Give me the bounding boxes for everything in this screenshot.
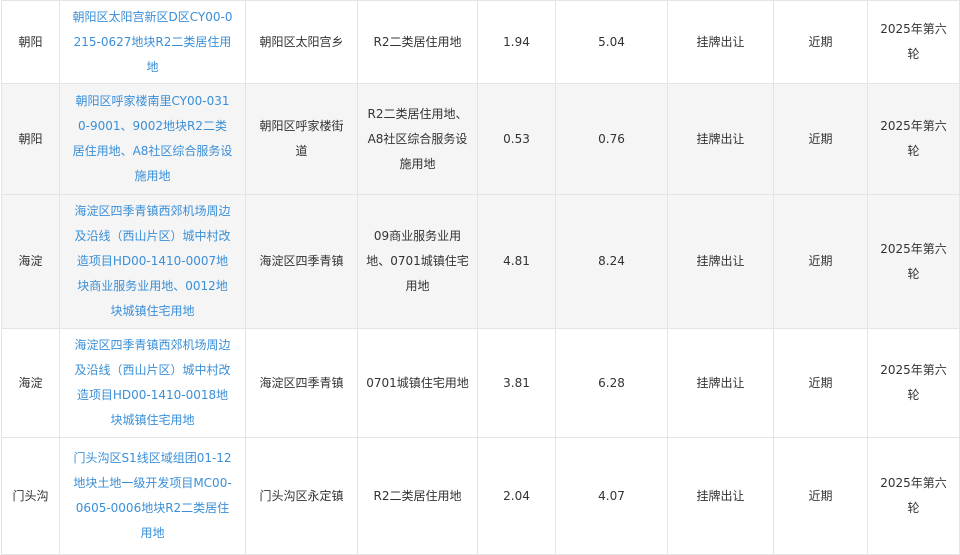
- usage-cell: R2二类居住用地: [357, 437, 478, 555]
- area-cell: 3.81: [477, 328, 556, 438]
- build-area-cell: 4.07: [555, 437, 668, 555]
- location-cell: 门头沟区永定镇: [245, 437, 358, 555]
- build-area-cell: 5.04: [555, 0, 668, 84]
- table-row: 朝阳 朝阳区呼家楼南里CY00-0310-9001、9002地块R2二类居住用地…: [1, 83, 960, 195]
- method-cell: 挂牌出让: [667, 0, 774, 84]
- method-cell: 挂牌出让: [667, 83, 774, 195]
- timing-cell: 近期: [773, 0, 868, 84]
- land-supply-table: 朝阳 朝阳区太阳宫新区D区CY00-0215-0627地块R2二类居住用地 朝阳…: [1, 0, 960, 555]
- parcel-name-link[interactable]: 海淀区四季青镇西郊机场周边及沿线（西山片区）城中村改造项目HD00-1410-0…: [59, 328, 246, 438]
- location-cell: 朝阳区呼家楼街道: [245, 83, 358, 195]
- build-area-cell: 0.76: [555, 83, 668, 195]
- location-cell: 朝阳区太阳宫乡: [245, 0, 358, 84]
- table-row: 海淀 海淀区四季青镇西郊机场周边及沿线（西山片区）城中村改造项目HD00-141…: [1, 328, 960, 438]
- usage-cell: 09商业服务业用地、0701城镇住宅用地: [357, 194, 478, 329]
- area-cell: 4.81: [477, 194, 556, 329]
- location-cell: 海淀区四季青镇: [245, 328, 358, 438]
- parcel-name-link[interactable]: 朝阳区呼家楼南里CY00-0310-9001、9002地块R2二类居住用地、A8…: [59, 83, 246, 195]
- round-cell: 2025年第六轮: [867, 437, 960, 555]
- parcel-name-link[interactable]: 门头沟区S1线区域组团01-12地块土地一级开发项目MC00-0605-0006…: [59, 437, 246, 555]
- round-cell: 2025年第六轮: [867, 328, 960, 438]
- district-cell: 朝阳: [1, 83, 60, 195]
- method-cell: 挂牌出让: [667, 194, 774, 329]
- parcel-name-link[interactable]: 海淀区四季青镇西郊机场周边及沿线（西山片区）城中村改造项目HD00-1410-0…: [59, 194, 246, 329]
- table-row: 门头沟 门头沟区S1线区域组团01-12地块土地一级开发项目MC00-0605-…: [1, 437, 960, 555]
- table-row: 海淀 海淀区四季青镇西郊机场周边及沿线（西山片区）城中村改造项目HD00-141…: [1, 194, 960, 329]
- district-cell: 门头沟: [1, 437, 60, 555]
- location-cell: 海淀区四季青镇: [245, 194, 358, 329]
- round-cell: 2025年第六轮: [867, 83, 960, 195]
- usage-cell: 0701城镇住宅用地: [357, 328, 478, 438]
- method-cell: 挂牌出让: [667, 328, 774, 438]
- build-area-cell: 8.24: [555, 194, 668, 329]
- area-cell: 2.04: [477, 437, 556, 555]
- table-row: 朝阳 朝阳区太阳宫新区D区CY00-0215-0627地块R2二类居住用地 朝阳…: [1, 0, 960, 84]
- method-cell: 挂牌出让: [667, 437, 774, 555]
- area-cell: 1.94: [477, 0, 556, 84]
- usage-cell: R2二类居住用地、A8社区综合服务设施用地: [357, 83, 478, 195]
- timing-cell: 近期: [773, 194, 868, 329]
- district-cell: 海淀: [1, 328, 60, 438]
- parcel-name-link[interactable]: 朝阳区太阳宫新区D区CY00-0215-0627地块R2二类居住用地: [59, 0, 246, 84]
- district-cell: 朝阳: [1, 0, 60, 84]
- timing-cell: 近期: [773, 437, 868, 555]
- round-cell: 2025年第六轮: [867, 194, 960, 329]
- round-cell: 2025年第六轮: [867, 0, 960, 84]
- timing-cell: 近期: [773, 328, 868, 438]
- timing-cell: 近期: [773, 83, 868, 195]
- district-cell: 海淀: [1, 194, 60, 329]
- area-cell: 0.53: [477, 83, 556, 195]
- usage-cell: R2二类居住用地: [357, 0, 478, 84]
- build-area-cell: 6.28: [555, 328, 668, 438]
